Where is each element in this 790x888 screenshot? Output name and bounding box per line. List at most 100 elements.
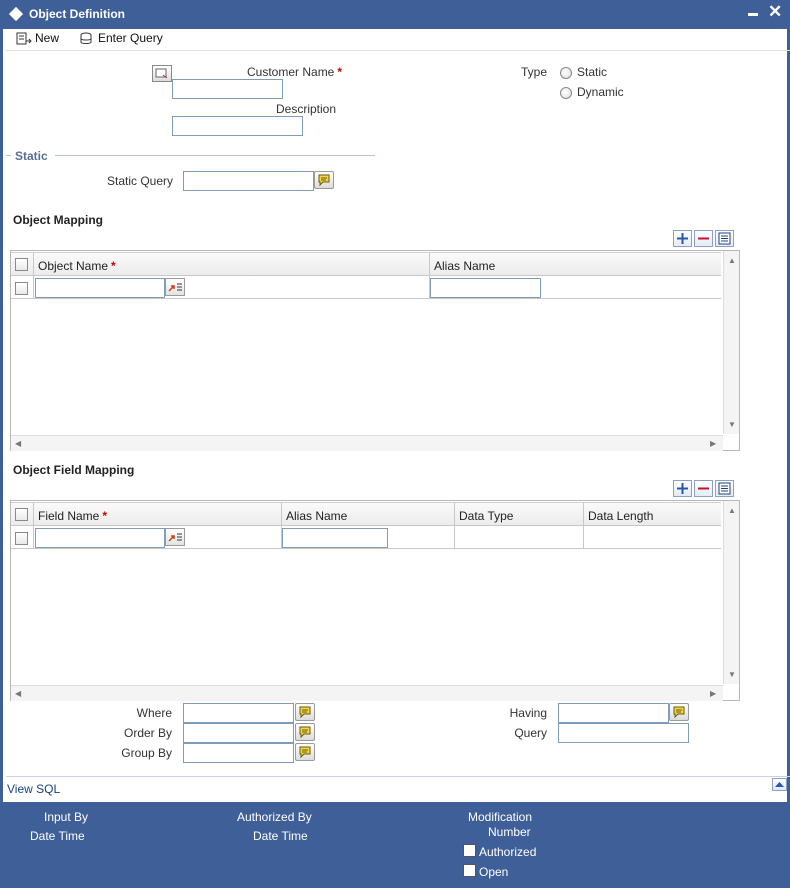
close-icon[interactable]: ✕ [768, 3, 782, 21]
static-query-editor-button[interactable] [314, 171, 334, 189]
authorized-label: Authorized [479, 845, 537, 859]
minus-icon [698, 237, 709, 240]
field-mapping-view-button[interactable] [715, 480, 734, 497]
column-field-name: Field Name * [33, 503, 281, 527]
column-data-length: Data Length [583, 503, 721, 527]
object-mapping-title: Object Mapping [13, 213, 103, 227]
collapse-up-button[interactable] [772, 778, 787, 791]
enter-query-icon [80, 32, 92, 45]
order-by-editor-button[interactable] [295, 723, 315, 741]
static-divider [55, 155, 375, 156]
speech-bubble-icon [299, 746, 311, 759]
scroll-left-icon[interactable]: ◀ [15, 690, 21, 698]
open-checkbox[interactable] [463, 864, 476, 877]
query-input[interactable] [558, 723, 689, 743]
object-field-mapping-header: Field Name * Alias Name Data Type Data Le… [11, 502, 721, 527]
object-mapping-hscroll[interactable]: ◀ ▶ [11, 435, 723, 451]
object-mapping-select-all-checkbox[interactable] [15, 258, 28, 271]
authorized-date-time-label: Date Time [253, 829, 308, 843]
enter-query-button[interactable]: Enter Query [79, 30, 163, 50]
customer-lookup-icon[interactable] [152, 65, 172, 82]
field-mapping-vscroll[interactable]: ▲ ▼ [723, 501, 739, 684]
object-mapping-delete-button[interactable] [694, 230, 713, 247]
list-icon [718, 232, 731, 245]
row-checkbox[interactable] [15, 532, 28, 545]
group-by-input[interactable] [183, 743, 294, 763]
table-row [11, 527, 721, 549]
group-by-label: Group By [121, 746, 172, 760]
scroll-right-icon[interactable]: ▶ [710, 690, 716, 698]
triangle-up-icon [775, 782, 784, 787]
order-by-input[interactable] [183, 723, 294, 743]
group-by-editor-button[interactable] [295, 743, 315, 761]
view-sql-divider [6, 776, 790, 777]
table-row [11, 277, 721, 299]
object-field-mapping-grid: Field Name * Alias Name Data Type Data Le… [10, 500, 740, 701]
date-time-label: Date Time [30, 829, 85, 843]
type-dynamic-radio[interactable] [560, 87, 572, 99]
object-name-lov-button[interactable] [165, 278, 185, 296]
field-name-lov-button[interactable] [165, 528, 185, 546]
speech-bubble-icon [673, 706, 685, 719]
where-editor-button[interactable] [295, 703, 315, 721]
object-definition-window: Object Definition ✕ New Enter Query Cust… [0, 0, 790, 888]
static-section-title: Static [15, 149, 48, 163]
modification-label: Modification [468, 810, 533, 824]
scroll-right-icon[interactable]: ▶ [710, 440, 716, 448]
field-mapping-delete-button[interactable] [694, 480, 713, 497]
scroll-up-icon[interactable]: ▲ [728, 507, 736, 515]
audit-footer: Input By Date Time Authorized By Date Ti… [3, 802, 787, 885]
type-static-radio[interactable] [560, 67, 572, 79]
field-name-input[interactable] [35, 528, 165, 548]
having-editor-button[interactable] [669, 703, 689, 721]
alias-name-input[interactable] [430, 278, 541, 298]
title-bar: Object Definition ✕ [3, 0, 790, 29]
row-checkbox[interactable] [15, 282, 28, 295]
static-query-label: Static Query [107, 174, 174, 188]
field-mapping-select-all-checkbox[interactable] [15, 508, 28, 521]
object-mapping-grid: Object Name * Alias Name ▲ ▼ ◀ ▶ [10, 250, 740, 451]
scroll-up-icon[interactable]: ▲ [728, 257, 736, 265]
where-input[interactable] [183, 703, 294, 723]
data-length-cell [583, 527, 721, 549]
minimize-icon[interactable] [748, 13, 758, 16]
scroll-down-icon[interactable]: ▼ [728, 671, 736, 679]
toolbar: New Enter Query [6, 29, 790, 51]
field-mapping-add-button[interactable] [673, 480, 692, 497]
column-data-type: Data Type [454, 503, 583, 527]
object-mapping-vscroll[interactable]: ▲ ▼ [723, 251, 739, 434]
new-label: New [35, 31, 60, 45]
speech-bubble-icon [318, 174, 330, 187]
object-mapping-view-button[interactable] [715, 230, 734, 247]
having-label: Having [509, 706, 547, 720]
order-by-label: Order By [123, 726, 172, 740]
view-sql-link[interactable]: View SQL [7, 782, 60, 796]
customer-name-input[interactable] [172, 79, 283, 99]
minus-icon [698, 487, 709, 490]
scroll-down-icon[interactable]: ▼ [728, 421, 736, 429]
static-divider-left [6, 155, 11, 156]
object-mapping-add-button[interactable] [673, 230, 692, 247]
scroll-left-icon[interactable]: ◀ [15, 440, 21, 448]
open-label: Open [479, 865, 509, 879]
enter-query-label: Enter Query [98, 31, 163, 45]
new-record-icon [16, 32, 32, 45]
authorized-checkbox[interactable] [463, 844, 476, 857]
object-mapping-header: Object Name * Alias Name [11, 252, 721, 277]
type-dynamic-label: Dynamic [577, 85, 624, 99]
window-diamond-icon [8, 6, 24, 22]
having-input[interactable] [558, 703, 669, 723]
object-name-input[interactable] [35, 278, 165, 298]
plus-icon [677, 233, 688, 244]
lov-arrow-icon [168, 533, 182, 542]
description-input[interactable] [172, 116, 303, 136]
field-alias-name-input[interactable] [282, 528, 388, 548]
new-button[interactable]: New [16, 30, 59, 50]
speech-bubble-icon [299, 706, 311, 719]
input-by-label: Input By [44, 810, 89, 824]
field-mapping-hscroll[interactable]: ◀ ▶ [11, 685, 723, 701]
static-query-input[interactable] [183, 171, 314, 191]
column-alias-name: Alias Name [281, 503, 454, 527]
data-type-cell [454, 527, 583, 549]
query-label: Query [514, 726, 547, 740]
